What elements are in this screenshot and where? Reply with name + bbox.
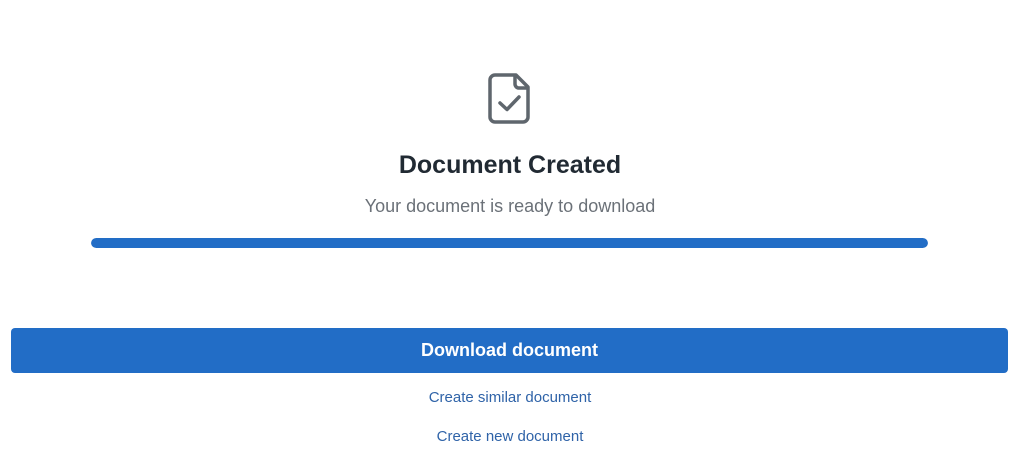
progress-bar — [91, 238, 928, 248]
page-title: Document Created — [398, 151, 622, 179]
download-document-button[interactable]: Download document — [11, 328, 1008, 373]
create-similar-document-link[interactable]: Create similar document — [0, 388, 1020, 408]
document-created-page: Document Created Your document is ready … — [0, 0, 1024, 465]
create-new-document-link[interactable]: Create new document — [0, 427, 1020, 447]
progress-bar-fill — [91, 238, 928, 248]
document-check-icon — [488, 72, 532, 124]
status-subtitle: Your document is ready to download — [364, 196, 656, 216]
